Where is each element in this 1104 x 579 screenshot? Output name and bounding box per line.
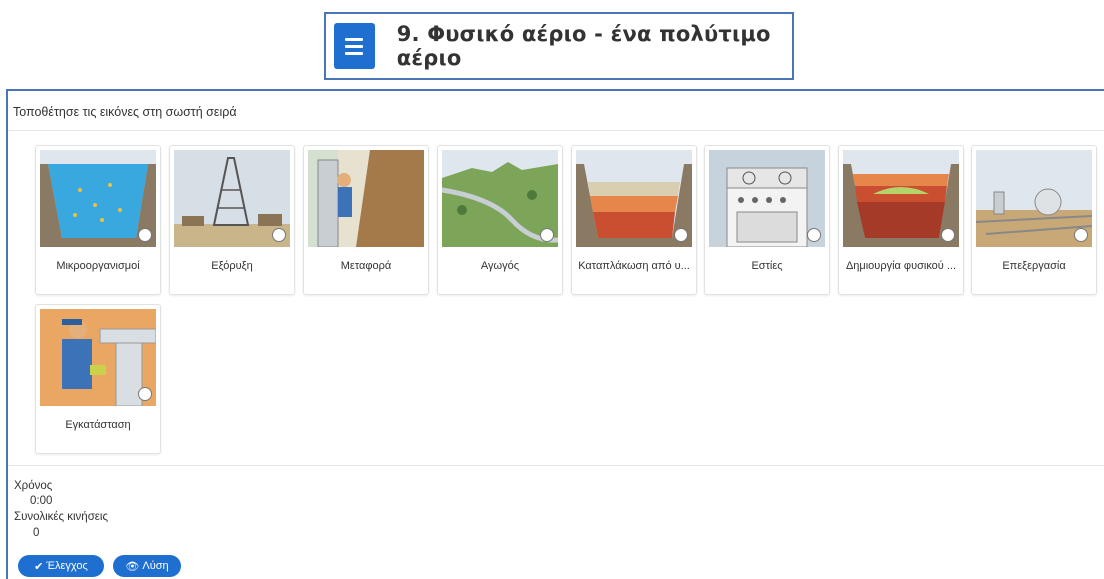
page-title: 9. Φυσικό αέριο - ένα πολύτιμο αέριο — [396, 22, 771, 70]
card-installation[interactable]: Εγκατάσταση — [35, 304, 161, 454]
card-label: Δημιουργία φυσικού ... — [845, 260, 957, 272]
select-radio[interactable] — [941, 228, 955, 242]
select-radio[interactable] — [540, 228, 554, 242]
select-radio[interactable] — [138, 387, 152, 401]
card-transport[interactable]: Μεταφορά — [303, 145, 429, 295]
hamburger-icon-line — [345, 37, 364, 41]
card-microorganisms[interactable]: Μικροοργανισμοί — [35, 145, 161, 295]
card-label: Αγωγός — [480, 260, 520, 272]
hamburger-icon-line — [345, 44, 364, 48]
card-label: Καταπλάκωση από υ... — [578, 260, 690, 272]
time-value: 0:00 — [30, 495, 53, 507]
title-bar: 9. Φυσικό αέριο - ένα πολύτιμο αέριο — [324, 12, 794, 80]
select-radio[interactable] — [272, 228, 286, 242]
moves-value: 0 — [33, 527, 40, 539]
card-label: Μεταφορά — [340, 260, 392, 272]
card-label: Επεξεργασία — [1002, 260, 1066, 272]
card-label: Μικροοργανισμοί — [56, 260, 140, 272]
hamburger-icon-line — [345, 51, 364, 55]
divider — [8, 465, 1104, 466]
card-label: Εξόρυξη — [211, 260, 253, 272]
select-radio[interactable] — [674, 228, 688, 242]
moves-label: Συνολικές κινήσεις — [14, 511, 109, 523]
card-burial[interactable]: Καταπλάκωση από υ... — [571, 145, 697, 295]
select-radio[interactable] — [138, 228, 152, 242]
card-image-transport — [308, 150, 424, 247]
instruction-text: Τοποθέτησε τις εικόνες στη σωστή σειρά — [13, 105, 237, 119]
card-processing[interactable]: Επεξεργασία — [971, 145, 1097, 295]
select-radio[interactable] — [807, 228, 821, 242]
card-stove[interactable]: Εστίες — [704, 145, 830, 295]
card-gas-formation[interactable]: Δημιουργία φυσικού ... — [838, 145, 964, 295]
solution-button[interactable]: 👁 Λύση — [113, 555, 181, 577]
check-button[interactable]: ✔ Έλεγχος — [18, 555, 104, 577]
check-icon: ✔ — [34, 560, 44, 573]
divider — [8, 130, 1104, 131]
time-label: Χρόνος — [14, 480, 53, 492]
card-label: Εγκατάσταση — [65, 419, 131, 431]
select-radio[interactable] — [1074, 228, 1088, 242]
card-pipeline[interactable]: Αγωγός — [437, 145, 563, 295]
check-button-label: Έλεγχος — [46, 560, 88, 572]
eye-icon: 👁 — [125, 560, 140, 573]
solution-button-label: Λύση — [142, 560, 169, 572]
card-label: Εστίες — [751, 260, 783, 272]
menu-button[interactable] — [334, 23, 375, 69]
card-extraction[interactable]: Εξόρυξη — [169, 145, 295, 295]
